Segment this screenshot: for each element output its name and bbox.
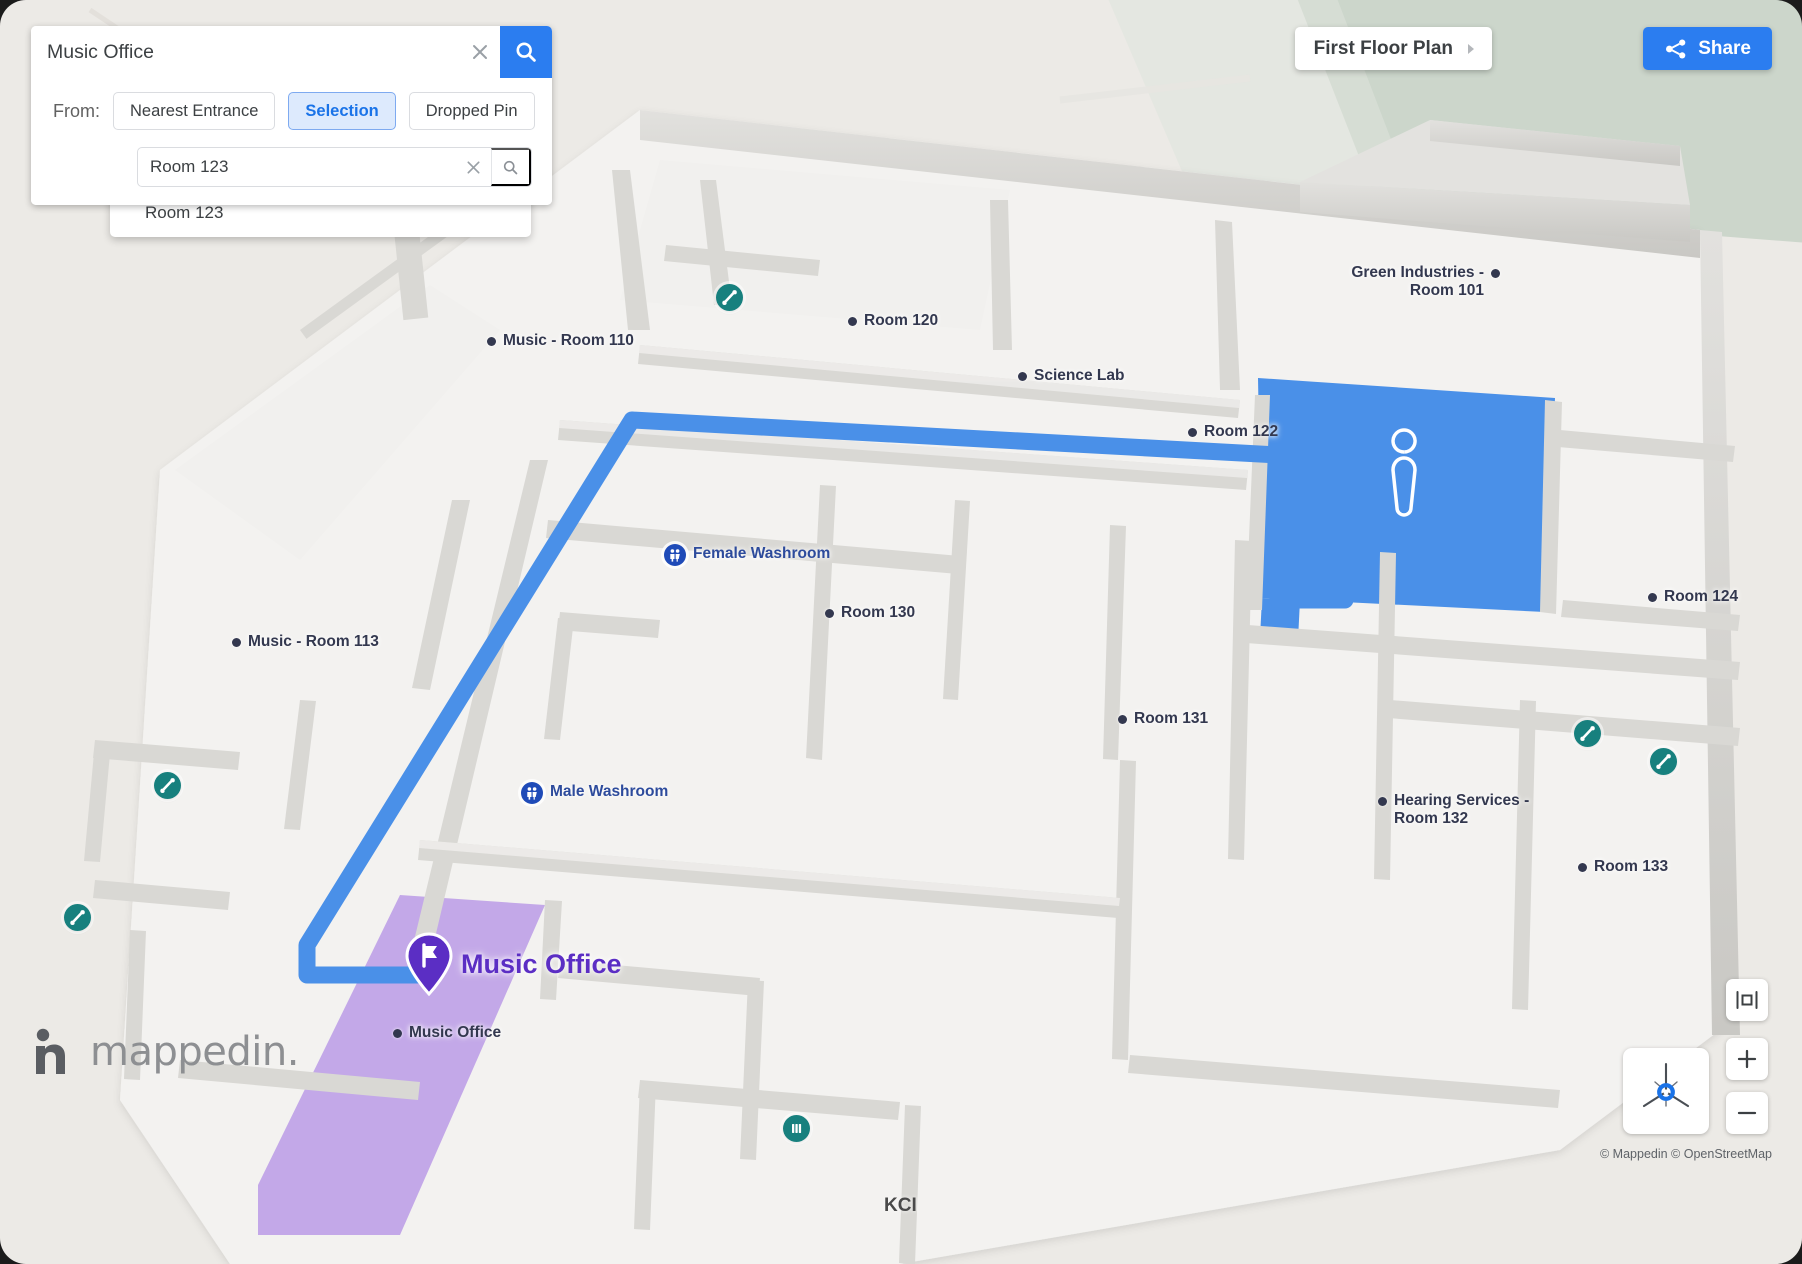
map-label-text: Green Industries - Room 101 — [1351, 264, 1484, 300]
map-label-room-120[interactable]: Room 120 — [848, 312, 938, 330]
map-label-text: Music Office — [409, 1024, 502, 1041]
map-label-male-washroom[interactable]: Male Washroom — [521, 782, 669, 804]
search-panel: From: Nearest Entrance Selection Dropped… — [31, 26, 552, 205]
floor-selector[interactable]: First Floor Plan — [1294, 27, 1492, 70]
search-icon — [516, 42, 536, 62]
search-icon — [503, 160, 518, 174]
search-row — [31, 26, 552, 78]
map-label-dot — [393, 1029, 402, 1038]
map-label-science-lab[interactable]: Science Lab — [1018, 367, 1124, 385]
directions-from-section: From: Nearest Entrance Selection Dropped… — [31, 78, 552, 205]
stairs-icon[interactable] — [716, 284, 743, 311]
search-card: From: Nearest Entrance Selection Dropped… — [31, 26, 552, 205]
map-label-music-office-room[interactable]: Music Office — [393, 1024, 501, 1042]
map-label-dot — [1188, 428, 1197, 437]
map-label-dot — [1118, 715, 1127, 724]
map-label-dot — [825, 609, 834, 618]
from-option-nearest-entrance[interactable]: Nearest Entrance — [113, 92, 276, 130]
map-label-text: Hearing Services - Room 132 — [1394, 792, 1530, 828]
map-label-dot — [1578, 863, 1587, 872]
origin-clear-icon[interactable] — [455, 148, 491, 186]
map-label-hearing-services-132[interactable]: Hearing Services - Room 132 — [1378, 792, 1544, 829]
mappedin-n-icon — [36, 1028, 65, 1074]
chevron-right-icon — [1468, 43, 1474, 54]
compass-rotate-icon — [1642, 1062, 1690, 1108]
flag-pin-icon — [405, 932, 453, 996]
zoom-out-button[interactable] — [1726, 1092, 1768, 1134]
map-label-text: Science Lab — [1034, 367, 1125, 384]
map-label-dot — [1648, 593, 1657, 602]
stairs-icon[interactable] — [64, 904, 91, 931]
destination-pin[interactable]: Music Office — [404, 932, 622, 996]
map-label-music-room-110[interactable]: Music - Room 110 — [487, 332, 634, 350]
map-label-room-122[interactable]: Room 122 — [1188, 423, 1278, 441]
search-input[interactable] — [31, 26, 460, 78]
stairs-icon[interactable] — [1574, 720, 1601, 747]
compass-rotate-control[interactable] — [1623, 1048, 1709, 1134]
map-label-text: Room 124 — [1664, 588, 1739, 605]
search-submit-button[interactable] — [500, 26, 552, 78]
map-label-green-industries-101[interactable]: Green Industries - Room 101 — [1334, 264, 1500, 301]
map-label-female-washroom[interactable]: Female Washroom — [664, 544, 831, 566]
map-label-room-124[interactable]: Room 124 — [1648, 588, 1738, 606]
map-label-room-131[interactable]: Room 131 — [1118, 710, 1208, 728]
from-option-dropped-pin[interactable]: Dropped Pin — [408, 92, 535, 130]
share-nodes-icon — [1666, 39, 1686, 58]
map-label-dot — [487, 337, 496, 346]
map-label-text: Music - Room 113 — [248, 633, 379, 650]
map-label-dot — [1378, 797, 1387, 806]
origin-input-row — [137, 147, 532, 187]
map-label-text: Room 120 — [864, 312, 939, 329]
map-label-room-133[interactable]: Room 133 — [1578, 858, 1668, 876]
map-label-text: Room 133 — [1594, 858, 1669, 875]
from-option-selection[interactable]: Selection — [288, 92, 396, 130]
map-label-text: Male Washroom — [550, 783, 669, 800]
map-label-dot — [1491, 269, 1500, 278]
fit-to-screen-button[interactable] — [1726, 979, 1768, 1021]
from-label: From: — [53, 100, 100, 121]
building-name-label: KCI — [884, 1195, 917, 1216]
stairs-icon[interactable] — [1650, 748, 1677, 775]
washroom-icon — [664, 544, 686, 566]
map-label-room-130[interactable]: Room 130 — [825, 604, 915, 622]
map-label-text: Room 130 — [841, 604, 916, 621]
origin-room-highlight — [1258, 378, 1555, 612]
map-label-dot — [232, 638, 241, 647]
origin-input[interactable] — [138, 148, 455, 186]
elevator-icon[interactable] — [783, 1115, 810, 1142]
mappedin-wordmark: mappedin. — [90, 1029, 299, 1075]
mappedin-app: Music - Room 110 Room 120 Science Lab Room … — [0, 0, 1802, 1264]
share-button-label: Share — [1698, 37, 1751, 59]
map-label-dot — [1018, 372, 1027, 381]
stairs-icon[interactable] — [154, 772, 181, 799]
map-attribution: © Mappedin © OpenStreetMap — [1600, 1147, 1772, 1161]
fit-to-screen-icon — [1736, 991, 1758, 1009]
map-label-dot — [848, 317, 857, 326]
plus-icon — [1737, 1049, 1757, 1069]
map-label-text: Music - Room 110 — [503, 332, 634, 349]
origin-search-button[interactable] — [491, 148, 531, 186]
washroom-icon — [521, 782, 543, 804]
mappedin-logo[interactable]: mappedin. — [32, 1028, 299, 1076]
map-label-music-room-113[interactable]: Music - Room 113 — [232, 633, 379, 651]
share-button[interactable]: Share — [1643, 27, 1772, 70]
map-label-text: Female Washroom — [693, 545, 831, 562]
clear-icon[interactable] — [460, 26, 500, 78]
map-label-text: Room 122 — [1204, 423, 1279, 440]
zoom-in-button[interactable] — [1726, 1038, 1768, 1080]
minus-icon — [1737, 1111, 1757, 1115]
from-row: From: Nearest Entrance Selection Dropped… — [53, 92, 535, 130]
map-label-text: Room 131 — [1134, 710, 1209, 727]
destination-pin-label: Music Office — [461, 948, 622, 979]
floor-selector-label: First Floor Plan — [1313, 37, 1453, 59]
